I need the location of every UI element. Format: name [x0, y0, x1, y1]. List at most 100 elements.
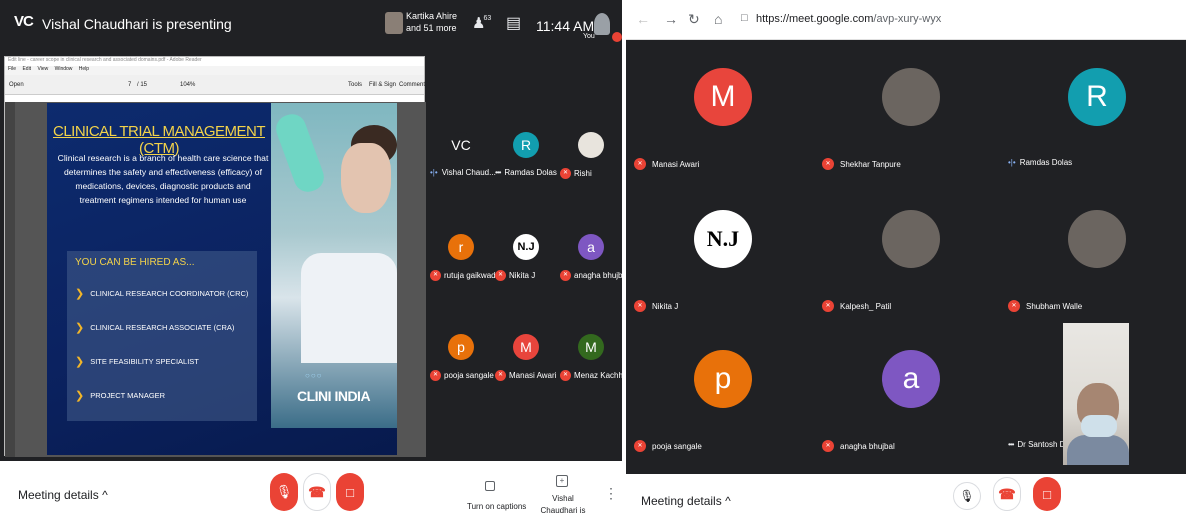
participant-tile[interactable]: ✕ Shubham Walle	[1000, 190, 1170, 320]
comment-button[interactable]: Comment	[399, 82, 425, 88]
role-item: ❯ CLINICAL RESEARCH COORDINATOR (CRC)	[75, 288, 249, 300]
avatar	[882, 68, 940, 126]
self-avatar[interactable]	[594, 13, 610, 35]
zoom-select[interactable]: 104%	[180, 82, 195, 88]
participant-tile[interactable]: N.J ✕ Nikita J	[495, 232, 561, 290]
avatar: a	[578, 234, 604, 260]
more-options-icon[interactable]: ⋮	[604, 485, 618, 502]
participant-summary[interactable]: Kartika Ahire and 51 more	[406, 10, 457, 34]
participant-name: ✕ pooja sangale	[430, 370, 494, 381]
meeting-controls-right: Meeting details ^ 🎙 ☎ □	[626, 474, 1186, 517]
address-bar[interactable]: https://meet.google.com/avp-xury-wyx	[756, 13, 941, 25]
open-button[interactable]: Open	[9, 82, 24, 88]
avatar	[1068, 210, 1126, 268]
camera-off-button[interactable]: □	[1033, 477, 1061, 511]
avatar	[882, 210, 940, 268]
speaking-indicator-icon: •|•	[1008, 158, 1016, 167]
participant-name: ✕ Menaz Kachhi	[560, 370, 622, 381]
arrow-icon: ❯	[75, 288, 85, 300]
meeting-details-button[interactable]: Meeting details ^	[641, 494, 731, 508]
slide-body: Clinical research is a branch of health …	[57, 153, 269, 205]
avatar: p	[694, 350, 752, 408]
participant-name: ✕ Kalpesh_ Patil	[822, 300, 891, 312]
participant-tile[interactable]: p ✕ pooja sangale	[626, 330, 796, 460]
back-icon[interactable]: ←	[636, 11, 650, 27]
mic-off-icon: ✕	[634, 300, 646, 312]
menu-view[interactable]: View	[37, 66, 48, 72]
tools-button[interactable]: Tools	[348, 82, 362, 88]
participant-tile[interactable]: M ✕ Menaz Kachhi	[560, 332, 622, 390]
participant-tile[interactable]: p ✕ pooja sangale	[430, 332, 496, 390]
people-count: 63	[483, 15, 492, 22]
mic-off-icon: ✕	[495, 370, 506, 381]
fill-sign-button[interactable]: Fill & Sign	[369, 82, 396, 88]
pdf-sidebar[interactable]	[5, 102, 15, 457]
clock-time: 11:44 AM	[536, 18, 595, 34]
participant-tile[interactable]: N.J ✕ Nikita J	[626, 190, 796, 320]
lock-icon[interactable]: □	[741, 12, 748, 24]
participant-tile[interactable]: R •|• Ramdas Dolas	[1000, 48, 1170, 178]
presenting-status-label[interactable]: Vishal Chaudhari is presenting	[538, 493, 588, 517]
mic-button[interactable]: 🎙	[953, 482, 981, 510]
mic-off-icon: 🎙	[275, 484, 293, 499]
participant-tile[interactable]: VC •|• Vishal Chaud...	[430, 130, 496, 188]
captions-label[interactable]: Turn on captions	[467, 502, 526, 511]
participant-name: •|• Ramdas Dolas	[1008, 158, 1073, 167]
participant-tile[interactable]: a ✕anagha bhujb...	[560, 232, 622, 290]
arrow-icon: ❯	[75, 390, 85, 402]
roles-box: YOU CAN BE HIRED AS... ❯ CLINICAL RESEARC…	[67, 251, 257, 421]
mic-off-icon: ✕	[430, 270, 441, 281]
participant-name: ✕ Manasi Awari	[495, 370, 556, 381]
participant-name: ✕ Shekhar Tanpure	[822, 158, 901, 170]
participant-name: ✕ Manasi Awari	[634, 158, 699, 170]
menu-window[interactable]: Window	[55, 66, 73, 72]
participant-tile[interactable]: M ✕ Manasi Awari	[626, 48, 796, 178]
menu-edit[interactable]: Edit	[22, 66, 31, 72]
participant-summary-line1: Kartika Ahire	[406, 11, 458, 21]
chat-icon[interactable]: ▤	[506, 13, 521, 33]
participant-name: ✕ Nikita J	[495, 270, 535, 281]
menu-help[interactable]: Help	[79, 66, 89, 72]
pdf-document-area: CLINICAL TRIAL MANAGEMENT (CTM) Clinical…	[5, 102, 426, 457]
participant-name: ✕ Rishi	[560, 168, 592, 179]
home-icon[interactable]: ⌂	[714, 11, 722, 27]
meeting-details-button[interactable]: Meeting details ^	[18, 488, 108, 502]
participant-tile[interactable]: R ••• Ramdas Dolas	[495, 130, 561, 188]
leave-call-button[interactable]: ☎	[993, 477, 1021, 511]
pdf-window-title: Edit line - career scope in clinical res…	[5, 57, 424, 66]
pdf-toolbar: Open 7 / 15 104% Tools Fill & Sign Comme…	[5, 75, 425, 95]
avatar	[578, 132, 604, 158]
participant-tile[interactable]: M ✕ Manasi Awari	[495, 332, 561, 390]
leave-call-button[interactable]: ☎	[303, 473, 331, 511]
participant-tile[interactable]: ✕ Kalpesh_ Patil	[814, 190, 984, 320]
participant-tile[interactable]: r ✕ rutuja gaikwad	[430, 232, 496, 290]
participant-name: ✕anagha bhujb...	[560, 270, 622, 281]
participant-tile[interactable]: ✕ Shekhar Tanpure	[814, 48, 984, 178]
participant-name: ✕ Nikita J	[634, 300, 678, 312]
participant-name: ✕ Shubham Walle	[1008, 300, 1082, 312]
brand-name: CLINI INDIA	[297, 388, 371, 404]
page-total: / 15	[137, 82, 148, 88]
forward-icon[interactable]: →	[664, 11, 678, 27]
participant-tile[interactable]: ✕ Rishi	[560, 130, 622, 188]
captions-icon[interactable]	[485, 481, 495, 491]
participant-avatar	[385, 12, 403, 34]
mic-off-icon: ✕	[495, 270, 506, 281]
participant-tile[interactable]: a ✕ anagha bhujbal	[814, 330, 984, 460]
avatar: M	[513, 334, 539, 360]
avatar: M	[578, 334, 604, 360]
participant-name: ••• Ramdas Dolas	[495, 168, 557, 177]
reload-icon[interactable]: ↻	[688, 11, 700, 28]
mic-off-icon: ✕	[634, 440, 646, 452]
avatar: p	[448, 334, 474, 360]
mic-off-icon: ✕	[822, 440, 834, 452]
menu-file[interactable]: File	[8, 66, 16, 72]
people-icon[interactable]: ♟63	[472, 14, 493, 32]
audio-dots-icon: •••	[1008, 440, 1014, 449]
mic-off-button[interactable]: 🎙	[270, 473, 298, 511]
present-icon[interactable]: +	[556, 475, 568, 487]
camera-off-button[interactable]: □	[336, 473, 364, 511]
arrow-icon: ❯	[75, 356, 85, 368]
participant-summary-line2: and 51 more	[406, 23, 457, 33]
page-number-input[interactable]: 7	[128, 82, 131, 88]
